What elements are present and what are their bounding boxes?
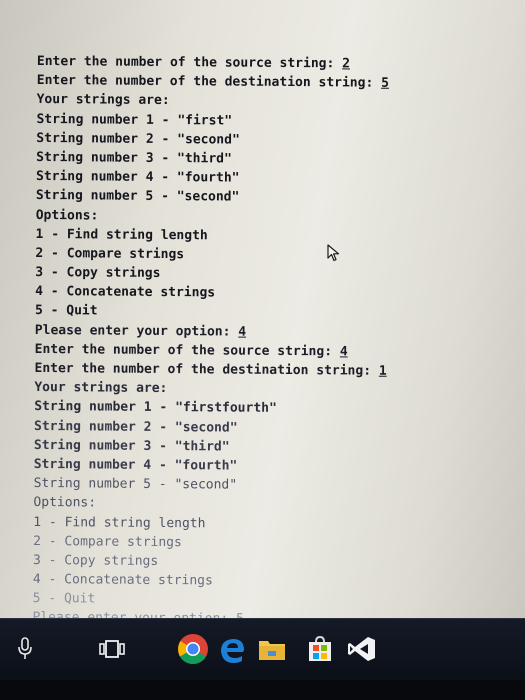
visual-studio-icon[interactable]	[345, 631, 379, 667]
console-line: Options:	[35, 207, 99, 223]
console-line: Please enter your option: 4	[34, 322, 247, 340]
console-line: Options:	[33, 495, 97, 511]
console-line: 2 - Compare strings	[33, 533, 182, 550]
input-value: 4	[238, 324, 247, 340]
console-line: String number 1 - "first"	[36, 111, 233, 129]
chrome-icon[interactable]	[176, 631, 210, 667]
console-line: 1 - Find string length	[33, 514, 206, 531]
microphone-icon[interactable]	[8, 631, 42, 667]
console-line: String number 5 - "second"	[35, 188, 240, 205]
input-value: 2	[342, 56, 351, 72]
console-output: Enter the number of the source string: 2…	[32, 52, 389, 630]
input-value: 4	[339, 344, 348, 360]
console-window: Enter the number of the source string: 2…	[0, 0, 525, 627]
console-line: 5 - Quit	[34, 303, 98, 319]
edge-icon[interactable]	[215, 631, 249, 667]
console-line: String number 1 - "firstfourth"	[34, 399, 277, 417]
console-line: Your strings are:	[36, 92, 170, 109]
input-value: 1	[378, 363, 387, 379]
store-icon[interactable]	[303, 631, 337, 667]
taskbar	[0, 618, 525, 681]
monitor-bezel	[0, 680, 525, 700]
mouse-pointer-icon	[327, 244, 340, 262]
console-line: String number 2 - "second"	[34, 418, 238, 436]
task-view-icon[interactable]	[95, 631, 129, 667]
input-value: 5	[381, 75, 390, 91]
file-explorer-icon[interactable]	[255, 631, 289, 667]
